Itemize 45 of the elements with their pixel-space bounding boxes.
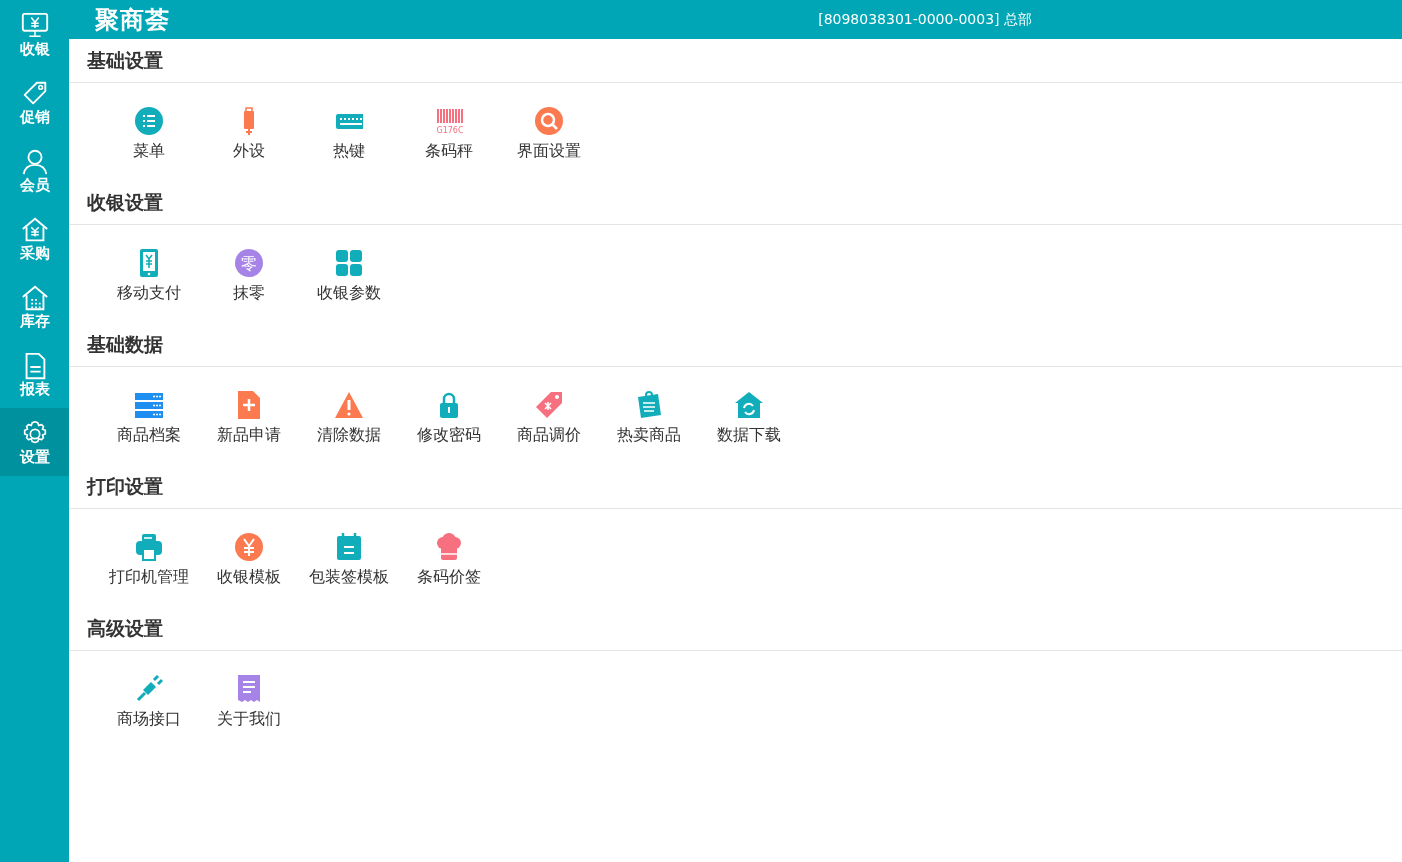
settings-item[interactable]: 热键 [299,89,399,181]
settings-item[interactable]: 商品调价 [499,373,599,465]
settings-item[interactable]: 商品档案 [99,373,199,465]
settings-item[interactable]: G176C 条码秤 [399,89,499,181]
section-title: 基础数据 [69,323,1402,367]
home-sync-icon [735,391,763,419]
zero-icon: 零 [235,249,263,277]
settings-item[interactable]: 清除数据 [299,373,399,465]
calendar-icon [335,533,363,561]
settings-item[interactable]: 修改密码 [399,373,499,465]
settings-item[interactable]: 外设 [199,89,299,181]
coin-icon [235,533,263,561]
grid-icon [335,249,363,277]
settings-item[interactable]: 收银模板 [199,515,299,607]
section-title: 收银设置 [69,181,1402,225]
price-tag-icon [535,391,563,419]
settings-item[interactable]: 条码价签 [399,515,499,607]
sidebar-tab[interactable]: 设置 [0,408,69,476]
settings-item[interactable]: 移动支付 [99,231,199,323]
app-logo: 聚商荟 [95,4,170,36]
section-title: 基础设置 [69,39,1402,83]
settings-item[interactable]: 数据下载 [699,373,799,465]
settings-item[interactable]: 商场接口 [99,657,199,749]
settings-item[interactable]: 新品申请 [199,373,299,465]
plug-icon [135,675,163,703]
section-title: 高级设置 [69,607,1402,651]
magnifier-icon [535,107,563,135]
settings-item[interactable]: 包装签模板 [299,515,399,607]
chef-hat-icon [435,533,463,561]
printer-icon [135,533,163,561]
settings-item[interactable]: 菜单 [99,89,199,181]
settings-item[interactable]: 界面设置 [499,89,599,181]
store-label: [8098038301-0000-0003] 总部 [818,10,1032,29]
list-icon [135,107,163,135]
settings-item[interactable]: 打印机管理 [99,515,199,607]
section-title: 打印设置 [69,465,1402,509]
note-icon [635,391,663,419]
settings-item[interactable]: 收银参数 [299,231,399,323]
file-plus-icon [235,391,263,419]
server-icon [135,391,163,419]
settings-item[interactable]: 零 抹零 [199,231,299,323]
warning-icon [335,391,363,419]
receipt-icon [235,675,263,703]
settings-item[interactable]: 热卖商品 [599,373,699,465]
settings-item[interactable]: 关于我们 [199,657,299,749]
